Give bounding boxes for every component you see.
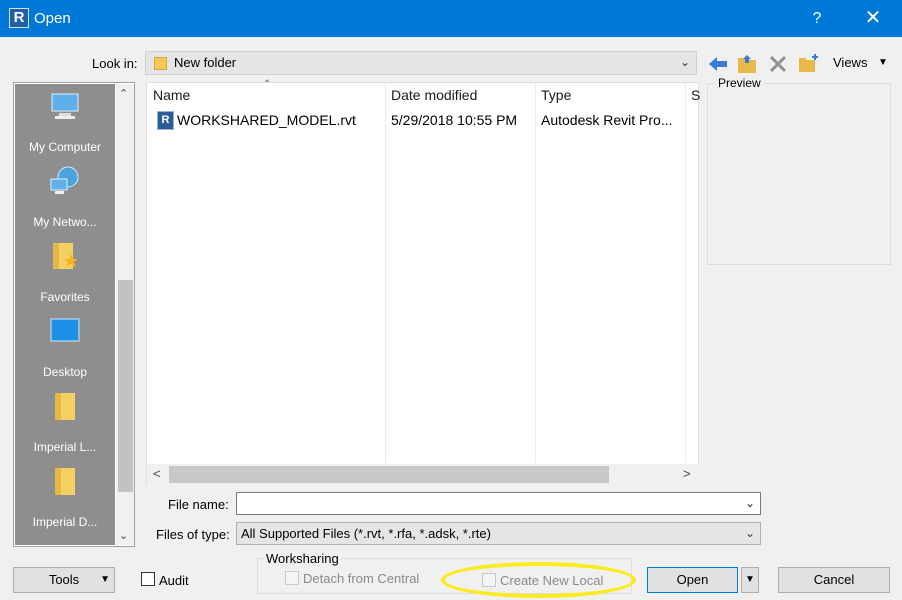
scrollbar-thumb[interactable]: [169, 466, 609, 483]
file-name-input[interactable]: ⌄: [236, 492, 761, 515]
look-in-label: Look in:: [92, 56, 138, 71]
places-bar: My Computer My Netwo... Favorites Deskto…: [13, 82, 135, 547]
highlight-ellipse-annotation: [441, 562, 636, 598]
open-button[interactable]: Open: [647, 567, 738, 593]
drive-icon: [49, 540, 81, 545]
delete-icon[interactable]: [767, 53, 789, 75]
dropdown-arrow-icon: ▼: [100, 574, 110, 585]
place-label: Imperial L...: [33, 440, 97, 454]
folder-icon: [55, 468, 75, 495]
open-label: Open: [676, 572, 709, 587]
file-type-select[interactable]: All Supported Files (*.rvt, *.rfa, *.ads…: [236, 522, 761, 545]
file-date: 5/29/2018 10:55 PM: [391, 112, 518, 128]
up-folder-icon[interactable]: [736, 53, 758, 75]
worksharing-label: Worksharing: [264, 551, 341, 566]
folder-icon: [55, 393, 75, 420]
file-type-value: All Supported Files (*.rvt, *.rfa, *.ads…: [241, 526, 491, 541]
look-in-dropdown[interactable]: New folder ⌄: [145, 51, 697, 75]
new-folder-icon[interactable]: [797, 53, 819, 75]
computer-icon: [51, 93, 79, 119]
audit-checkbox[interactable]: [141, 572, 155, 586]
preview-label: Preview: [716, 76, 763, 90]
chevron-down-icon[interactable]: ⌄: [745, 496, 755, 510]
help-button[interactable]: ?: [800, 0, 834, 37]
place-my-computer[interactable]: My Computer: [15, 84, 115, 159]
tools-button[interactable]: Tools ▼: [13, 567, 115, 593]
chevron-down-icon: ⌄: [679, 55, 690, 69]
column-header-date[interactable]: Date modified: [391, 87, 477, 103]
close-button[interactable]: ✕: [852, 0, 894, 37]
look-in-value: New folder: [174, 55, 237, 70]
tools-label: Tools: [48, 572, 80, 587]
network-globe-icon: [50, 166, 79, 194]
file-name: WORKSHARED_MODEL.rvt: [177, 112, 356, 128]
place-partial[interactable]: [15, 534, 115, 545]
cancel-label: Cancel: [813, 572, 855, 587]
column-divider[interactable]: [385, 83, 386, 463]
folder-icon: [154, 57, 167, 70]
favorites-star-folder-icon: [53, 243, 78, 269]
place-imperial-library[interactable]: Imperial L...: [15, 384, 115, 459]
place-label: My Computer: [28, 140, 102, 154]
file-type: Autodesk Revit Pro...: [541, 112, 673, 128]
window-title: Open: [34, 10, 71, 27]
place-imperial-detail[interactable]: Imperial D...: [15, 459, 115, 534]
scrollbar-thumb[interactable]: [118, 280, 133, 492]
place-label: Imperial D...: [32, 515, 98, 529]
place-label: Desktop: [42, 365, 88, 379]
column-header-size[interactable]: S: [691, 87, 700, 103]
chevron-down-icon[interactable]: ⌄: [745, 526, 755, 540]
preview-pane: [707, 83, 891, 265]
place-label: My Netwo...: [33, 215, 97, 229]
audit-label: Audit: [159, 573, 189, 588]
column-divider[interactable]: [685, 83, 686, 463]
sort-ascending-icon: ⌃: [263, 79, 272, 90]
views-dropdown-arrow-icon[interactable]: ▼: [878, 57, 888, 68]
place-favorites[interactable]: Favorites: [15, 234, 115, 309]
column-divider[interactable]: [535, 83, 536, 463]
horizontal-scrollbar[interactable]: < >: [147, 464, 700, 484]
cancel-button[interactable]: Cancel: [778, 567, 890, 593]
views-menu[interactable]: Views: [833, 55, 867, 70]
place-my-network[interactable]: My Netwo...: [15, 159, 115, 234]
place-desktop[interactable]: Desktop: [15, 309, 115, 384]
file-name-label: File name:: [168, 497, 229, 512]
file-list[interactable]: ⌃ Name Date modified Type S R WORKSHARED…: [146, 79, 700, 484]
scroll-right-icon[interactable]: >: [683, 466, 691, 481]
back-arrow-icon[interactable]: [707, 53, 729, 75]
column-header-name[interactable]: Name: [153, 87, 190, 103]
detach-from-central-label: Detach from Central: [303, 571, 420, 586]
revit-app-icon: R: [9, 8, 29, 28]
place-label: Favorites: [40, 290, 90, 304]
revit-file-icon: R: [157, 111, 174, 130]
column-header-type[interactable]: Type: [541, 87, 571, 103]
file-row[interactable]: R WORKSHARED_MODEL.rvt 5/29/2018 10:55 P…: [147, 109, 687, 133]
file-type-label: Files of type:: [156, 527, 230, 542]
title-bar: R Open ? ✕: [0, 0, 902, 37]
desktop-icon: [50, 318, 80, 342]
scroll-down-icon[interactable]: ⌄: [119, 529, 128, 542]
scroll-left-icon[interactable]: <: [153, 466, 161, 481]
places-scrollbar[interactable]: ⌃ ⌄: [116, 84, 134, 545]
open-options-dropdown-icon[interactable]: ▼: [741, 567, 759, 593]
detach-from-central-checkbox[interactable]: [285, 571, 299, 585]
scroll-up-icon[interactable]: ⌃: [119, 87, 128, 100]
